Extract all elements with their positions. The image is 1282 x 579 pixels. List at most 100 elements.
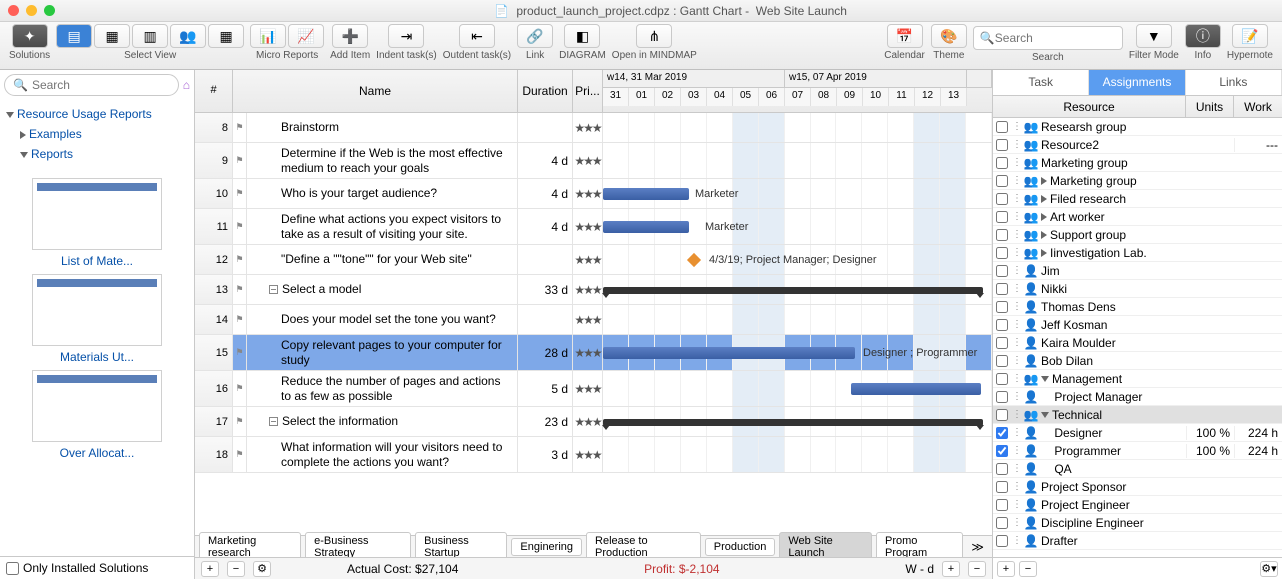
task-duration[interactable]: 3 d: [518, 437, 573, 472]
add-resource-button[interactable]: +: [997, 561, 1015, 577]
theme-button[interactable]: 🎨: [931, 24, 967, 48]
task-duration[interactable]: [518, 305, 573, 334]
task-row[interactable]: 13 ⚑ Select a model 33 d ★★★: [195, 275, 992, 305]
gantt-bar[interactable]: [603, 221, 689, 233]
gantt-bar[interactable]: [603, 188, 689, 200]
resource-checkbox[interactable]: [996, 211, 1008, 223]
resource-checkbox[interactable]: [996, 157, 1008, 169]
remove-resource-button[interactable]: −: [1019, 561, 1037, 577]
resource-checkbox[interactable]: [996, 283, 1008, 295]
task-priority[interactable]: ★★★: [573, 305, 603, 334]
task-row[interactable]: 9 ⚑ Determine if the Web is the most eff…: [195, 143, 992, 179]
task-priority[interactable]: ★★★: [573, 407, 603, 436]
resource-checkbox[interactable]: [996, 391, 1008, 403]
task-name[interactable]: Determine if the Web is the most effecti…: [247, 143, 518, 178]
task-row[interactable]: 10 ⚑ Who is your target audience? 4 d ★★…: [195, 179, 992, 209]
resource-checkbox[interactable]: [996, 355, 1008, 367]
resource-row[interactable]: ⋮ 👤 Jim: [993, 262, 1282, 280]
resource-checkbox[interactable]: [996, 139, 1008, 151]
header-priority[interactable]: Pri...: [573, 70, 603, 112]
resource-units[interactable]: 100 %: [1186, 426, 1234, 440]
resource-checkbox[interactable]: [996, 445, 1008, 457]
view-team[interactable]: 👥: [170, 24, 206, 48]
resource-row[interactable]: ⋮ 👥 Filed research: [993, 190, 1282, 208]
task-priority[interactable]: ★★★: [573, 209, 603, 244]
resource-units[interactable]: 100 %: [1186, 444, 1234, 458]
task-duration[interactable]: [518, 113, 573, 142]
resource-row[interactable]: ⋮ 👤 Programmer 100 % 224 h: [993, 442, 1282, 460]
gantt-cell[interactable]: [603, 371, 992, 406]
zoom-out[interactable]: −: [968, 561, 986, 577]
resource-row[interactable]: ⋮ 👥 Management: [993, 370, 1282, 388]
filter-mode-button[interactable]: ▼: [1136, 24, 1172, 48]
resource-checkbox[interactable]: [996, 409, 1008, 421]
task-name[interactable]: Copy relevant pages to your computer for…: [247, 335, 518, 370]
resource-row[interactable]: ⋮ 👥 Resource2 ---: [993, 136, 1282, 154]
header-name[interactable]: Name: [233, 70, 518, 112]
zoom-window[interactable]: [44, 5, 55, 16]
task-duration[interactable]: 5 d: [518, 371, 573, 406]
gantt-cell[interactable]: Designer ; Programmer: [603, 335, 992, 370]
gantt-cell[interactable]: [603, 143, 992, 178]
resource-row[interactable]: ⋮ 👤 Kaira Moulder: [993, 334, 1282, 352]
resource-checkbox[interactable]: [996, 373, 1008, 385]
task-row[interactable]: 12 ⚑ "Define a ""tone"" for your Web sit…: [195, 245, 992, 275]
resource-checkbox[interactable]: [996, 193, 1008, 205]
resource-row[interactable]: ⋮ 👤 Designer 100 % 224 h: [993, 424, 1282, 442]
grid-body[interactable]: 8 ⚑ Brainstorm ★★★ 9 ⚑ Determine if the …: [195, 113, 992, 535]
gantt-cell[interactable]: [603, 305, 992, 334]
thumb-item[interactable]: Over Allocat...: [32, 370, 162, 460]
report-1[interactable]: 📊: [250, 24, 286, 48]
resource-row[interactable]: ⋮ 👥 Technical: [993, 406, 1282, 424]
gantt-summary-bar[interactable]: [603, 287, 983, 294]
report-2[interactable]: 📈: [288, 24, 324, 48]
remove-row-button[interactable]: −: [227, 561, 245, 577]
resource-checkbox[interactable]: [996, 463, 1008, 475]
resource-row[interactable]: ⋮ 👥 Marketing group: [993, 172, 1282, 190]
task-priority[interactable]: ★★★: [573, 335, 603, 370]
close-window[interactable]: [8, 5, 19, 16]
resource-row[interactable]: ⋮ 👥 Researsh group: [993, 118, 1282, 136]
resource-row[interactable]: ⋮ 👥 Iinvestigation Lab.: [993, 244, 1282, 262]
resource-work[interactable]: ---: [1234, 138, 1282, 152]
task-name[interactable]: Reduce the number of pages and actions t…: [247, 371, 518, 406]
resource-checkbox[interactable]: [996, 229, 1008, 241]
gantt-bar[interactable]: [603, 347, 855, 359]
resource-work[interactable]: 224 h: [1234, 444, 1282, 458]
view-calendar[interactable]: ▦: [208, 24, 244, 48]
gantt-cell[interactable]: 4/3/19; Project Manager; Designer: [603, 245, 992, 274]
task-priority[interactable]: ★★★: [573, 113, 603, 142]
resource-checkbox[interactable]: [996, 121, 1008, 133]
task-row[interactable]: 8 ⚑ Brainstorm ★★★: [195, 113, 992, 143]
gantt-cell[interactable]: Marketer: [603, 209, 992, 244]
resource-row[interactable]: ⋮ 👤 Project Sponsor: [993, 478, 1282, 496]
resource-row[interactable]: ⋮ 👤 Discipline Engineer: [993, 514, 1282, 532]
left-search-input[interactable]: [32, 78, 170, 92]
header-resource[interactable]: Resource: [993, 96, 1186, 117]
task-priority[interactable]: ★★★: [573, 245, 603, 274]
task-name[interactable]: "Define a ""tone"" for your Web site": [247, 245, 518, 274]
sheet-tab[interactable]: Production: [705, 538, 776, 556]
task-row[interactable]: 16 ⚑ Reduce the number of pages and acti…: [195, 371, 992, 407]
search-input[interactable]: [995, 31, 1116, 45]
resource-row[interactable]: ⋮ 👤 Bob Dilan: [993, 352, 1282, 370]
tree-examples[interactable]: Examples: [6, 124, 188, 144]
resource-row[interactable]: ⋮ 👤 Project Engineer: [993, 496, 1282, 514]
task-name[interactable]: What information will your visitors need…: [247, 437, 518, 472]
resource-settings-button[interactable]: ⚙▾: [1260, 561, 1278, 577]
left-search[interactable]: 🔍: [4, 74, 179, 96]
resource-checkbox[interactable]: [996, 499, 1008, 511]
resource-checkbox[interactable]: [996, 427, 1008, 439]
outdent-button[interactable]: ⇤: [459, 24, 495, 48]
gantt-cell[interactable]: [603, 275, 992, 304]
task-row[interactable]: 17 ⚑ Select the information 23 d ★★★: [195, 407, 992, 437]
task-duration[interactable]: 4 d: [518, 143, 573, 178]
resource-row[interactable]: ⋮ 👤 Drafter: [993, 532, 1282, 550]
view-resource[interactable]: ▥: [132, 24, 168, 48]
task-priority[interactable]: ★★★: [573, 371, 603, 406]
more-tabs[interactable]: ≫: [967, 540, 988, 554]
resource-checkbox[interactable]: [996, 535, 1008, 547]
task-duration[interactable]: 4 d: [518, 209, 573, 244]
resource-row[interactable]: ⋮ 👤 Jeff Kosman: [993, 316, 1282, 334]
header-duration[interactable]: Duration: [518, 70, 573, 112]
